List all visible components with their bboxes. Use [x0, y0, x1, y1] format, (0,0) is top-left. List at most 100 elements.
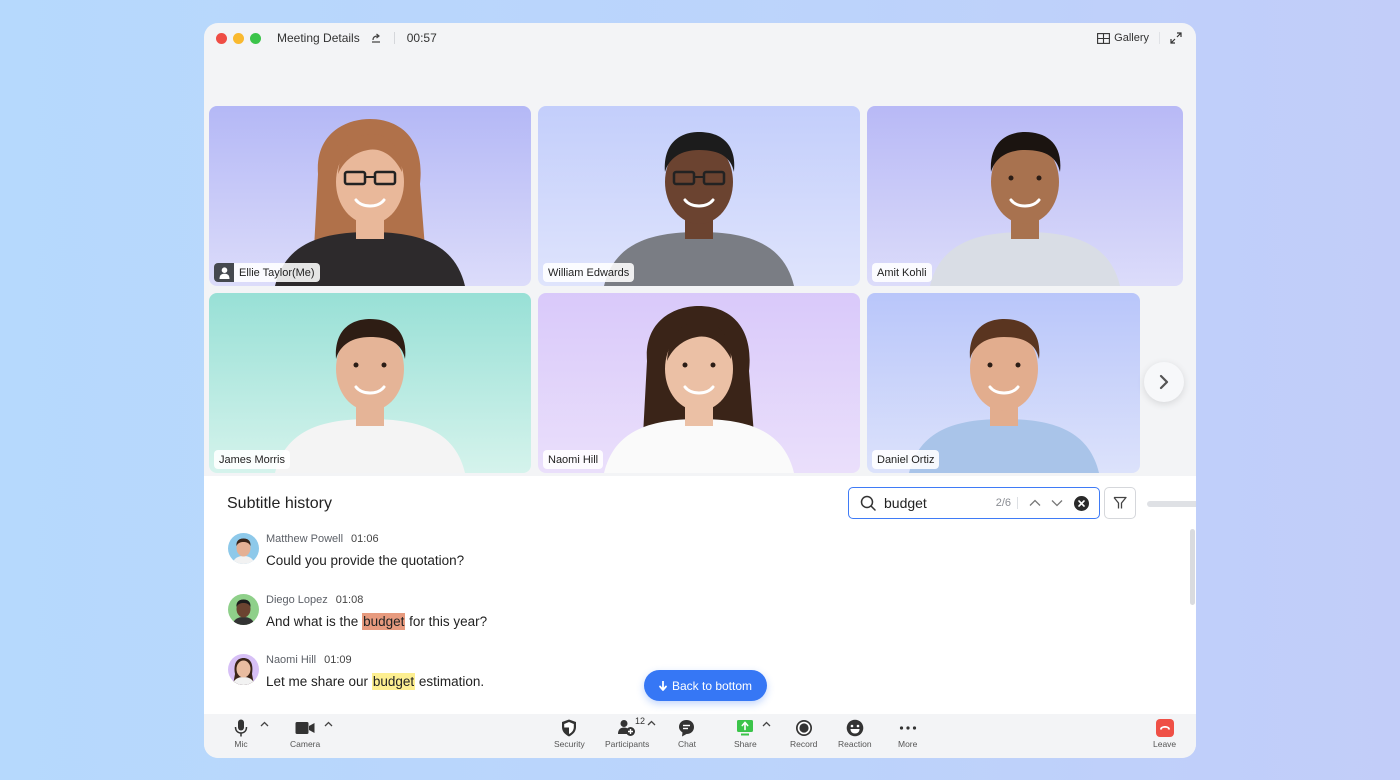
security-button[interactable]: Security — [554, 718, 585, 749]
security-label: Security — [554, 739, 585, 749]
participant-name: James Morris — [219, 453, 286, 466]
search-divider — [1017, 497, 1018, 509]
next-match-icon[interactable] — [1050, 496, 1064, 510]
maximize-window-button[interactable] — [250, 32, 261, 44]
participant-count: 12 — [635, 716, 646, 726]
subtitle-timestamp: 01:08 — [335, 594, 364, 606]
participant-tile[interactable]: Naomi Hill — [538, 293, 860, 473]
subtitle-text-after: estimation. — [415, 674, 485, 689]
leave-label: Leave — [1153, 739, 1177, 749]
subtitle-text-before: Could you provide the quotation? — [266, 553, 465, 568]
chat-button[interactable]: Chat — [678, 718, 696, 749]
microphone-icon — [234, 719, 248, 737]
subtitle-history-panel: Subtitle history 2/6 — [204, 476, 1196, 714]
mic-label: Mic — [234, 739, 248, 749]
search-icon — [860, 495, 876, 511]
speaker-line: Matthew Powell 01:06 — [266, 533, 379, 545]
participant-tile[interactable]: Daniel Ortiz — [867, 293, 1140, 473]
participants-label: Participants — [605, 739, 650, 749]
participant-video — [908, 319, 1099, 473]
participant-video — [604, 306, 794, 473]
meeting-title[interactable]: Meeting Details — [277, 31, 360, 45]
participant-name-tag: James Morris — [214, 450, 291, 469]
participant-name-tag: Daniel Ortiz — [872, 450, 940, 469]
share-button[interactable]: Share — [734, 718, 757, 749]
participant-name: William Edwards — [548, 266, 630, 279]
previous-match-icon[interactable] — [1028, 496, 1042, 510]
title-bar-actions: Gallery — [1097, 23, 1182, 53]
participant-name-tag: William Edwards — [543, 263, 635, 282]
title-actions-divider — [1159, 32, 1160, 44]
more-button[interactable]: More — [898, 718, 917, 749]
speaker-avatar — [228, 594, 259, 625]
speaker-name: Matthew Powell — [266, 533, 344, 545]
subtitle-search-box[interactable]: 2/6 — [848, 487, 1100, 519]
subtitle-scrollbar[interactable] — [1190, 529, 1195, 605]
speaker-avatar — [228, 654, 259, 685]
arrow-down-icon — [659, 680, 667, 691]
filter-button[interactable] — [1104, 487, 1136, 519]
share-options-caret-icon[interactable] — [762, 721, 771, 727]
participant-video — [275, 319, 465, 473]
meeting-toolbar: Mic Camera Security Participants 12 Chat… — [204, 714, 1196, 758]
camera-button[interactable]: Camera — [290, 718, 320, 749]
participants-options-caret-icon[interactable] — [647, 720, 656, 726]
camera-label: Camera — [290, 739, 321, 749]
search-match-highlight: budget — [371, 673, 416, 690]
participant-tile[interactable]: Amit Kohli — [867, 106, 1183, 286]
horizontal-scrollbar[interactable] — [1147, 501, 1196, 507]
minimize-window-button[interactable] — [233, 32, 244, 44]
chat-icon — [679, 720, 695, 737]
search-match-highlight: budget — [362, 613, 406, 630]
gallery-view-button[interactable]: Gallery — [1097, 32, 1149, 44]
participant-tile[interactable]: Ellie Taylor(Me) — [209, 106, 531, 286]
leave-button[interactable]: Leave — [1153, 718, 1176, 749]
subtitle-text-after: for this year? — [405, 614, 488, 629]
participant-name-tag: Amit Kohli — [872, 263, 932, 282]
chevron-right-icon — [1159, 374, 1169, 390]
mic-button[interactable]: Mic — [234, 718, 248, 749]
fullscreen-icon[interactable] — [1170, 32, 1182, 44]
camera-options-caret-icon[interactable] — [324, 721, 333, 727]
participant-name-tag: Ellie Taylor(Me) — [214, 263, 320, 282]
back-to-bottom-label: Back to bottom — [671, 678, 753, 693]
speaker-line: Naomi Hill 01:09 — [266, 654, 352, 666]
subtitle-search-input[interactable] — [884, 495, 984, 511]
subtitle-text: Could you provide the quotation? — [266, 553, 464, 568]
grid-icon — [1097, 32, 1111, 44]
share-link-icon[interactable] — [370, 32, 382, 44]
participant-name: Naomi Hill — [548, 453, 599, 466]
meeting-window: Meeting Details 00:57 Gallery Ellie Tayl… — [204, 23, 1196, 758]
speaker-line: Diego Lopez 01:08 — [266, 594, 363, 606]
next-page-button[interactable] — [1144, 362, 1184, 402]
meeting-timer: 00:57 — [406, 31, 437, 45]
participant-name: Amit Kohli — [877, 266, 927, 279]
back-to-bottom-button[interactable]: Back to bottom — [644, 670, 767, 701]
speaker-avatar — [228, 533, 259, 564]
mic-options-caret-icon[interactable] — [260, 721, 269, 727]
clear-search-icon[interactable] — [1074, 495, 1089, 511]
record-icon — [795, 720, 812, 736]
participant-tile[interactable]: William Edwards — [538, 106, 860, 286]
record-button[interactable]: Record — [790, 718, 817, 749]
shield-icon — [562, 719, 577, 737]
subtitle-text-before: Let me share our — [266, 674, 372, 689]
participant-video — [604, 132, 794, 286]
reaction-label: Reaction — [838, 739, 872, 749]
participant-tile[interactable]: James Morris — [209, 293, 531, 473]
more-dots-icon — [899, 726, 916, 730]
reaction-button[interactable]: Reaction — [838, 718, 872, 749]
close-window-button[interactable] — [216, 32, 227, 44]
smiley-icon — [846, 719, 864, 737]
chat-label: Chat — [678, 739, 696, 749]
share-screen-icon — [737, 720, 754, 736]
speaker-name: Naomi Hill — [266, 654, 317, 666]
filter-icon — [1113, 496, 1127, 509]
record-label: Record — [790, 739, 818, 749]
hang-up-icon — [1155, 719, 1174, 737]
more-label: More — [898, 739, 918, 749]
subtitle-timestamp: 01:09 — [324, 654, 352, 666]
participant-video — [930, 132, 1120, 286]
panel-title: Subtitle history — [227, 495, 332, 512]
subtitle-text: And what is the budget for this year? — [266, 613, 488, 630]
